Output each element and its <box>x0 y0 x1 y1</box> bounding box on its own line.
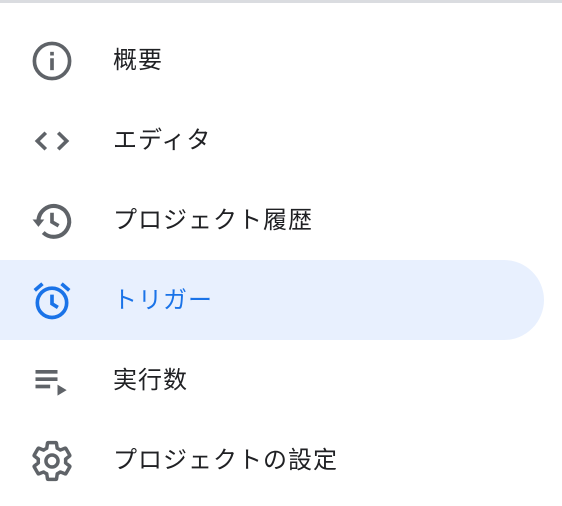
info-icon <box>30 39 74 83</box>
nav-item-label: プロジェクト履歴 <box>113 206 313 234</box>
nav-item-label: トリガー <box>113 286 213 314</box>
nav-item-executions[interactable]: 実行数 <box>0 340 544 420</box>
top-divider <box>0 0 562 3</box>
nav-item-label: プロジェクトの設定 <box>113 446 338 474</box>
nav-item-project-settings[interactable]: プロジェクトの設定 <box>0 420 544 500</box>
nav-item-editor[interactable]: エディタ <box>0 100 544 180</box>
nav-item-triggers[interactable]: トリガー <box>0 260 544 340</box>
nav-item-overview[interactable]: 概要 <box>0 20 544 100</box>
side-navigation: 概要 エディタ プロジェクト履歴 トリガー 実行数 プロジェクトの設定 <box>0 20 562 500</box>
alarm-icon <box>30 279 74 323</box>
playlist-play-icon <box>30 359 74 403</box>
nav-item-label: 概要 <box>113 46 163 74</box>
nav-item-label: 実行数 <box>113 366 188 394</box>
gear-icon <box>30 439 74 483</box>
nav-item-label: エディタ <box>113 126 212 154</box>
nav-item-project-history[interactable]: プロジェクト履歴 <box>0 180 544 260</box>
code-icon <box>30 119 74 163</box>
history-icon <box>30 199 74 243</box>
